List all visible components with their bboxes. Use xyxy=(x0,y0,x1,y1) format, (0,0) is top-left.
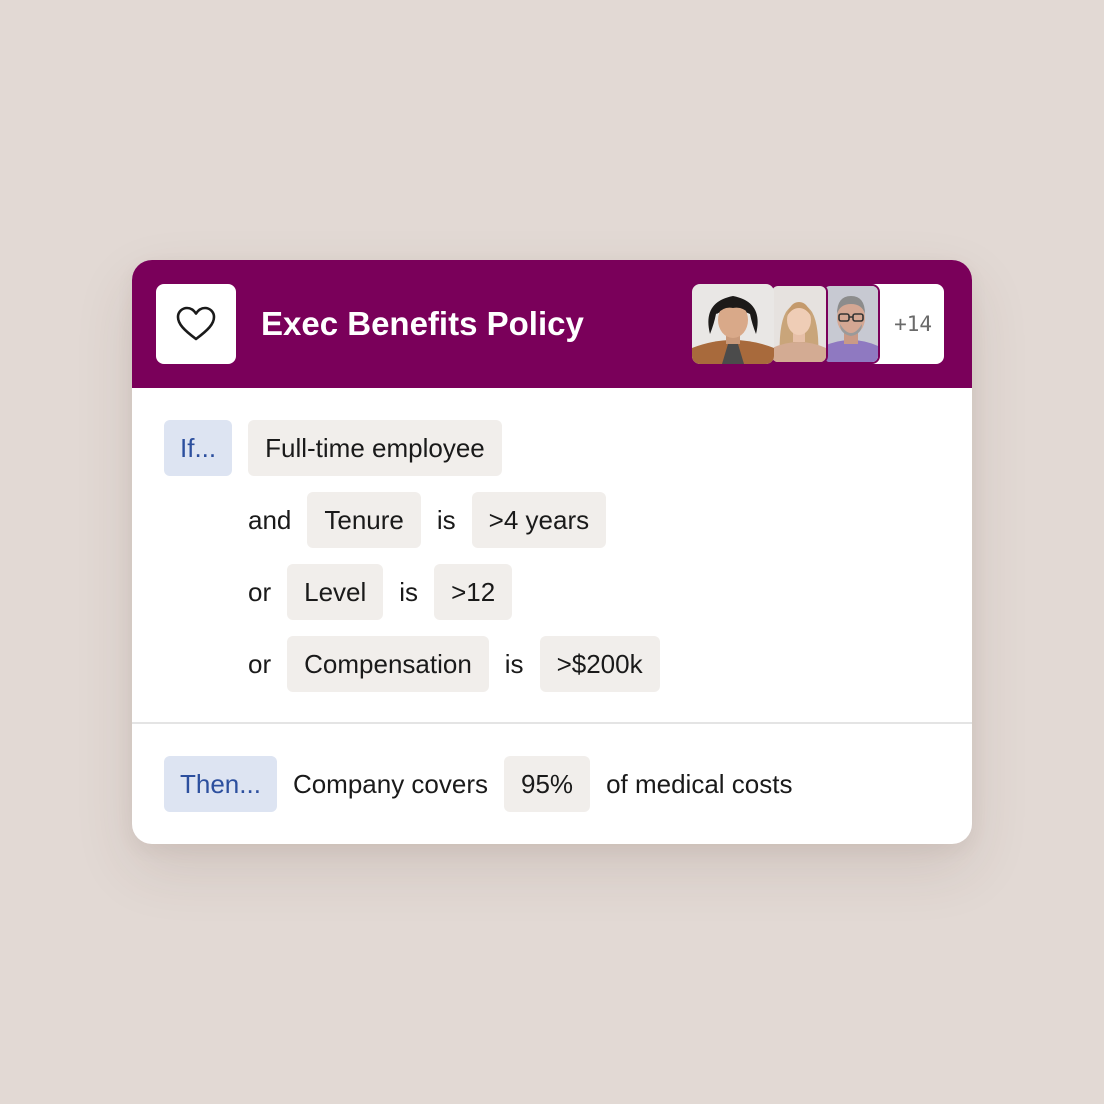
condition-row-primary: If... Full-time employee xyxy=(164,420,502,476)
outcome-row: Then... Company covers 95% of medical co… xyxy=(164,756,808,812)
condition-row: and Tenure is >4 years xyxy=(248,492,607,548)
connector-word: or xyxy=(248,648,272,679)
field-chip-level[interactable]: Level xyxy=(287,564,384,620)
operator-word: is xyxy=(436,504,456,535)
section-divider xyxy=(132,722,972,724)
avatar[interactable] xyxy=(770,284,828,364)
operator-word: is xyxy=(399,576,419,607)
field-chip-tenure[interactable]: Tenure xyxy=(307,492,421,548)
operator-word: is xyxy=(504,648,524,679)
member-avatars[interactable]: +14 xyxy=(692,284,944,364)
outcome-value-chip[interactable]: 95% xyxy=(504,756,591,812)
if-label[interactable]: If... xyxy=(164,420,233,476)
heart-icon xyxy=(176,306,216,341)
policy-icon-button[interactable] xyxy=(156,284,236,364)
policy-title: Exec Benefits Policy xyxy=(261,305,584,342)
outcome-object: of medical costs xyxy=(606,768,793,799)
condition-chip-employment[interactable]: Full-time employee xyxy=(248,420,502,476)
avatar[interactable] xyxy=(692,284,774,364)
avatar[interactable] xyxy=(822,284,880,364)
policy-header: Exec Benefits Policy +14 xyxy=(132,260,972,388)
field-chip-compensation[interactable]: Compensation xyxy=(287,636,489,692)
condition-row: or Level is >12 xyxy=(248,564,513,620)
connector-word: or xyxy=(248,576,272,607)
value-chip-tenure[interactable]: >4 years xyxy=(471,492,607,548)
condition-row: or Compensation is >$200k xyxy=(248,636,660,692)
policy-card: Exec Benefits Policy +14 If... Full-time… xyxy=(132,260,972,844)
value-chip-level[interactable]: >12 xyxy=(434,564,513,620)
value-chip-compensation[interactable]: >$200k xyxy=(539,636,660,692)
then-label[interactable]: Then... xyxy=(164,756,277,812)
connector-word: and xyxy=(248,504,292,535)
outcome-subject: Company covers xyxy=(292,768,489,799)
